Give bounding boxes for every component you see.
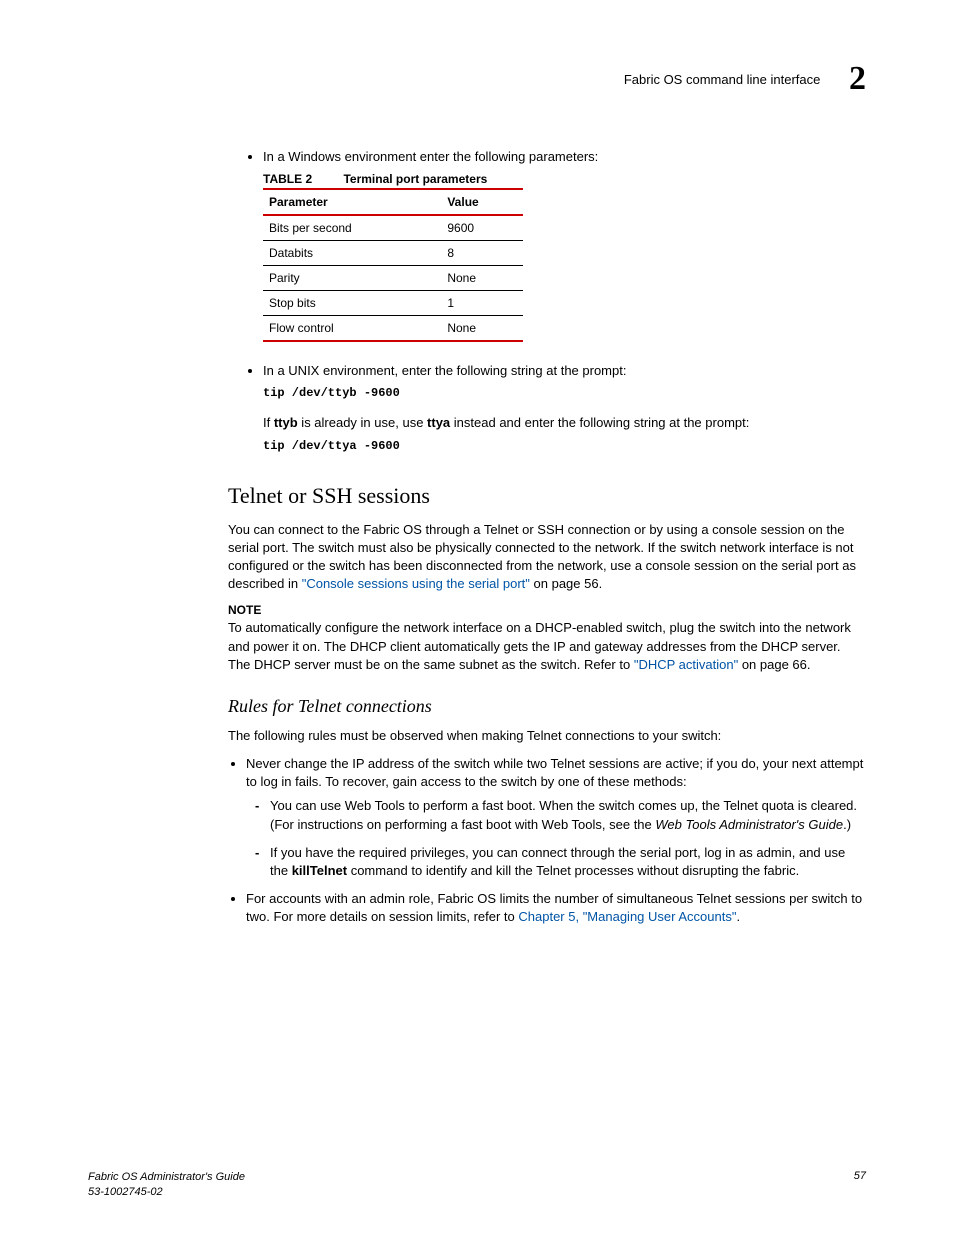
- table-row: Stop bits1: [263, 291, 523, 316]
- subsection-heading: Rules for Telnet connections: [228, 696, 866, 717]
- chapter-number: 2: [849, 60, 866, 98]
- list-item: In a UNIX environment, enter the followi…: [263, 362, 866, 380]
- rules-list: Never change the IP address of the switc…: [228, 755, 866, 927]
- footer-guide: Fabric OS Administrator's Guide: [88, 1171, 245, 1183]
- page: Fabric OS command line interface 2 In a …: [0, 0, 954, 1235]
- footer-left: Fabric OS Administrator's Guide 53-10027…: [88, 1170, 245, 1199]
- section-telnet-ssh: Telnet or SSH sessions You can connect t…: [228, 483, 866, 927]
- term-ttyb: ttyb: [274, 415, 298, 430]
- parameters-table: Parameter Value Bits per second9600 Data…: [263, 188, 523, 342]
- list-item: For accounts with an admin role, Fabric …: [246, 890, 866, 926]
- table-header: Parameter: [263, 189, 441, 215]
- header-title: Fabric OS command line interface: [624, 72, 821, 87]
- sub-list: You can use Web Tools to perform a fast …: [246, 797, 866, 880]
- link-chapter-5[interactable]: Chapter 5, "Managing User Accounts": [518, 909, 736, 924]
- term-ttya: ttya: [427, 415, 450, 430]
- list-item: If you have the required privileges, you…: [270, 844, 866, 880]
- code-block: tip /dev/ttyb -9600: [263, 386, 866, 400]
- page-footer: Fabric OS Administrator's Guide 53-10027…: [88, 1170, 866, 1199]
- paragraph: You can connect to the Fabric OS through…: [228, 521, 866, 594]
- note-text: To automatically configure the network i…: [228, 619, 866, 674]
- table-row: Databits8: [263, 241, 523, 266]
- content-block-1: In a Windows environment enter the follo…: [228, 148, 866, 453]
- footer-page-number: 57: [854, 1170, 866, 1182]
- code-block: tip /dev/ttya -9600: [263, 439, 866, 453]
- table-row: ParityNone: [263, 266, 523, 291]
- link-dhcp-activation[interactable]: "DHCP activation": [634, 657, 738, 672]
- table-label: TABLE 2: [263, 172, 312, 186]
- bullet-list-1: In a Windows environment enter the follo…: [228, 148, 866, 166]
- doc-title: Web Tools Administrator's Guide: [655, 817, 843, 832]
- paragraph: The following rules must be observed whe…: [228, 727, 866, 745]
- section-heading: Telnet or SSH sessions: [228, 483, 866, 509]
- table-row: Bits per second9600: [263, 215, 523, 241]
- list-item: Never change the IP address of the switc…: [246, 755, 866, 880]
- note-label: NOTE: [228, 603, 866, 617]
- table-header: Value: [441, 189, 523, 215]
- bullet-list-2: In a UNIX environment, enter the followi…: [228, 362, 866, 380]
- table-caption: TABLE 2 Terminal port parameters: [263, 172, 866, 186]
- table-title: Terminal port parameters: [343, 172, 487, 186]
- command-killtelnet: killTelnet: [292, 863, 347, 878]
- page-header: Fabric OS command line interface 2: [88, 60, 866, 98]
- list-item: You can use Web Tools to perform a fast …: [270, 797, 866, 833]
- list-item: In a Windows environment enter the follo…: [263, 148, 866, 166]
- table-row: Flow controlNone: [263, 316, 523, 342]
- link-console-sessions[interactable]: "Console sessions using the serial port": [302, 576, 530, 591]
- paragraph: If ttyb is already in use, use ttya inst…: [263, 414, 866, 432]
- footer-docnum: 53-1002745-02: [88, 1186, 163, 1198]
